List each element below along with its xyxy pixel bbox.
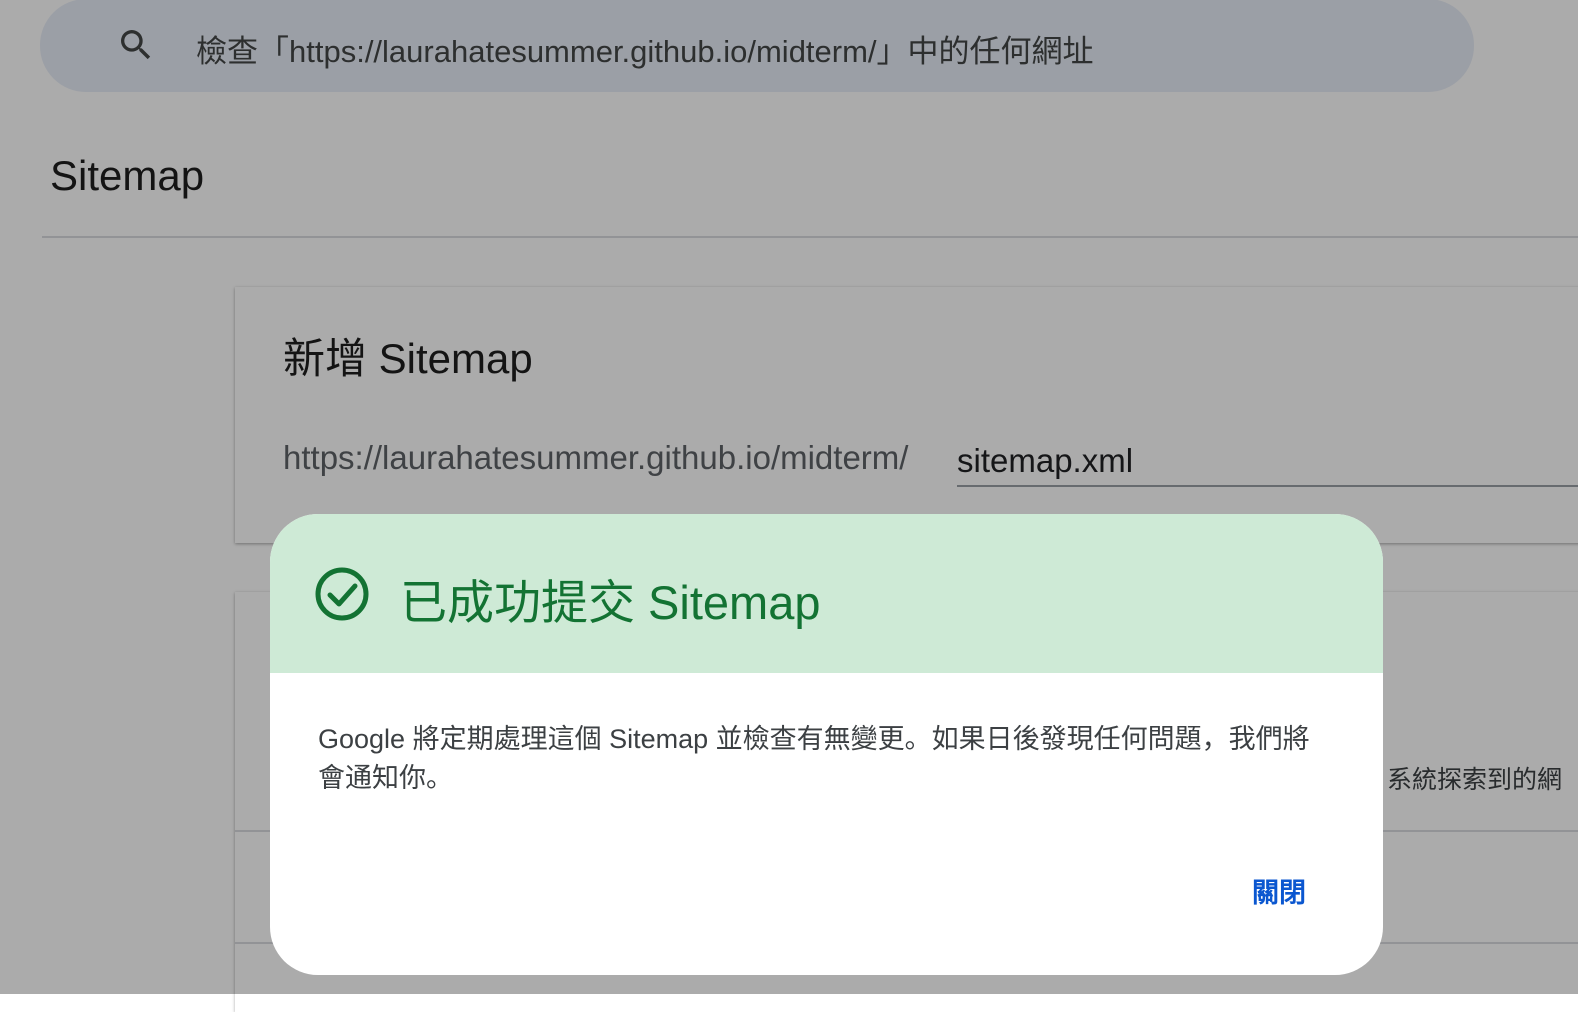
dialog-title: 已成功提交 Sitemap — [400, 576, 821, 629]
check-circle-icon — [315, 567, 369, 621]
success-dialog: 已成功提交 Sitemap Google 將定期處理這個 Sitemap 並檢查… — [270, 514, 1383, 975]
dialog-message: Google 將定期處理這個 Sitemap 並檢查有無變更。如果日後發現任何問… — [318, 724, 1310, 793]
dialog-header: 已成功提交 Sitemap — [270, 514, 1383, 673]
close-button[interactable]: 關閉 — [1228, 866, 1330, 914]
